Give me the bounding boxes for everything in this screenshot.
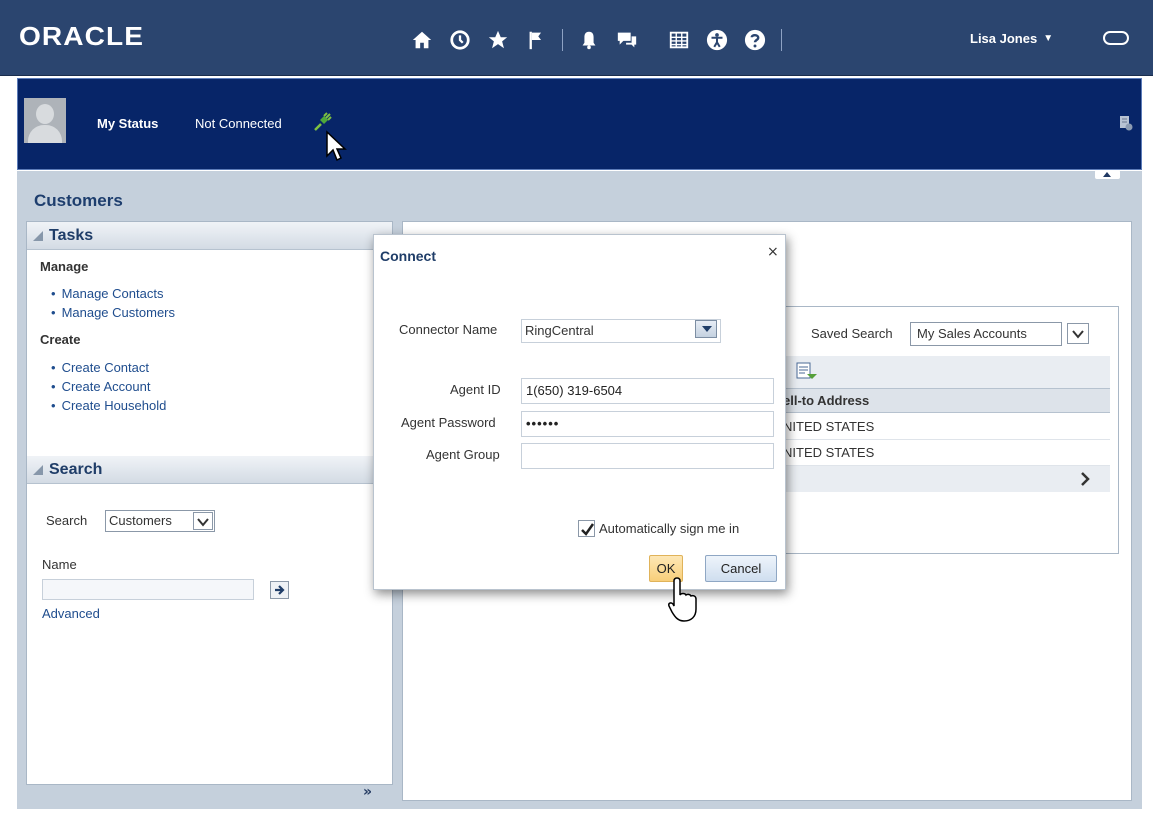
user-menu[interactable]: Lisa Jones ▼ <box>970 31 1053 46</box>
agent-group-label: Agent Group <box>426 447 500 462</box>
sign-out-icon[interactable] <box>1103 31 1129 45</box>
header-separator <box>781 29 782 51</box>
auto-sign-in-label[interactable]: Automatically sign me in <box>599 521 739 536</box>
task-link-create-contact[interactable]: Create Contact <box>51 360 149 375</box>
global-header: ORACLE Lisa Jones ▼ <box>0 0 1153 76</box>
search-label: Search <box>46 513 88 528</box>
connect-dialog: Connect × Connector Name RingCentral Age… <box>373 234 786 590</box>
cancel-button[interactable]: Cancel <box>705 555 777 582</box>
agent-password-label: Agent Password <box>401 415 496 430</box>
task-link-manage-customers[interactable]: Manage Customers <box>51 305 175 320</box>
chevron-down-icon[interactable] <box>695 320 717 338</box>
arrow-right-icon <box>274 585 285 595</box>
chevron-down-icon <box>193 512 213 530</box>
collapse-header-button[interactable] <box>1095 170 1120 179</box>
saved-search-select[interactable]: My Sales Accounts <box>910 322 1062 346</box>
advanced-search-link[interactable]: Advanced <box>42 606 100 621</box>
tasks-panel-header[interactable]: Tasks <box>27 222 392 250</box>
connector-name-label: Connector Name <box>399 322 498 337</box>
my-status-label: My Status <box>97 116 159 131</box>
horizontal-scrollbar[interactable] <box>783 466 1110 492</box>
checkmark-icon <box>581 523 595 536</box>
user-name: Lisa Jones <box>970 31 1038 46</box>
name-search-input[interactable] <box>42 579 254 600</box>
avatar <box>24 98 66 143</box>
agent-id-label: Agent ID <box>450 382 501 397</box>
task-link-manage-contacts[interactable]: Manage Contacts <box>51 286 164 301</box>
connector-name-select[interactable]: RingCentral <box>521 319 721 343</box>
results-toolbar <box>783 356 1110 388</box>
connect-plug-icon[interactable] <box>311 111 333 133</box>
status-settings-icon[interactable] <box>1119 115 1133 131</box>
help-icon[interactable] <box>743 28 767 52</box>
manage-heading: Manage <box>40 259 89 274</box>
double-chevron-down-icon[interactable]: » <box>363 784 372 800</box>
chevron-down-icon: ▼ <box>1043 33 1054 44</box>
agent-status-strip: My Status Not Connected <box>17 78 1142 170</box>
collapse-triangle-icon <box>33 230 43 241</box>
auto-sign-in-checkbox[interactable] <box>578 520 595 537</box>
recent-icon[interactable] <box>448 28 472 52</box>
notifications-icon[interactable] <box>577 28 601 52</box>
agent-id-field[interactable]: 1(650) 319-6504 <box>521 378 774 404</box>
table-row[interactable]: NITED STATES <box>783 440 1110 466</box>
header-icon-bar <box>410 25 796 55</box>
agent-password-field[interactable]: •••••• <box>521 411 774 437</box>
agent-group-field[interactable] <box>521 443 774 469</box>
search-panel-header[interactable]: Search <box>27 456 392 484</box>
grid-icon[interactable] <box>667 28 691 52</box>
search-type-value: Customers <box>109 513 172 528</box>
close-icon[interactable]: × <box>767 244 779 260</box>
export-icon[interactable] <box>795 360 817 382</box>
header-separator <box>562 29 563 51</box>
collapse-triangle-icon <box>33 464 43 475</box>
name-label: Name <box>42 557 77 572</box>
task-link-create-household[interactable]: Create Household <box>51 398 167 413</box>
search-go-button[interactable] <box>270 581 289 599</box>
saved-search-label: Saved Search <box>811 326 893 341</box>
page-title: Customers <box>34 191 123 210</box>
accessibility-icon[interactable] <box>705 28 729 52</box>
chat-icon[interactable] <box>615 28 639 52</box>
home-icon[interactable] <box>410 28 434 52</box>
search-title: Search <box>49 460 103 478</box>
table-row[interactable]: NITED STATES <box>783 414 1110 440</box>
task-link-create-account[interactable]: Create Account <box>51 379 151 394</box>
regional-area: Tasks Manage Manage Contacts Manage Cust… <box>26 221 393 785</box>
search-type-select[interactable]: Customers <box>105 510 215 532</box>
ok-button[interactable]: OK <box>649 555 683 582</box>
dialog-title: Connect <box>380 248 436 264</box>
chevron-down-icon[interactable] <box>1067 323 1089 344</box>
column-header-address[interactable]: ell-to Address <box>783 388 1110 413</box>
status-value: Not Connected <box>195 116 282 131</box>
create-heading: Create <box>40 332 81 347</box>
tasks-title: Tasks <box>49 226 94 244</box>
oracle-logo: ORACLE <box>19 21 145 51</box>
chevron-right-icon <box>1081 472 1090 486</box>
favorites-icon[interactable] <box>486 28 510 52</box>
flag-icon[interactable] <box>524 28 548 52</box>
